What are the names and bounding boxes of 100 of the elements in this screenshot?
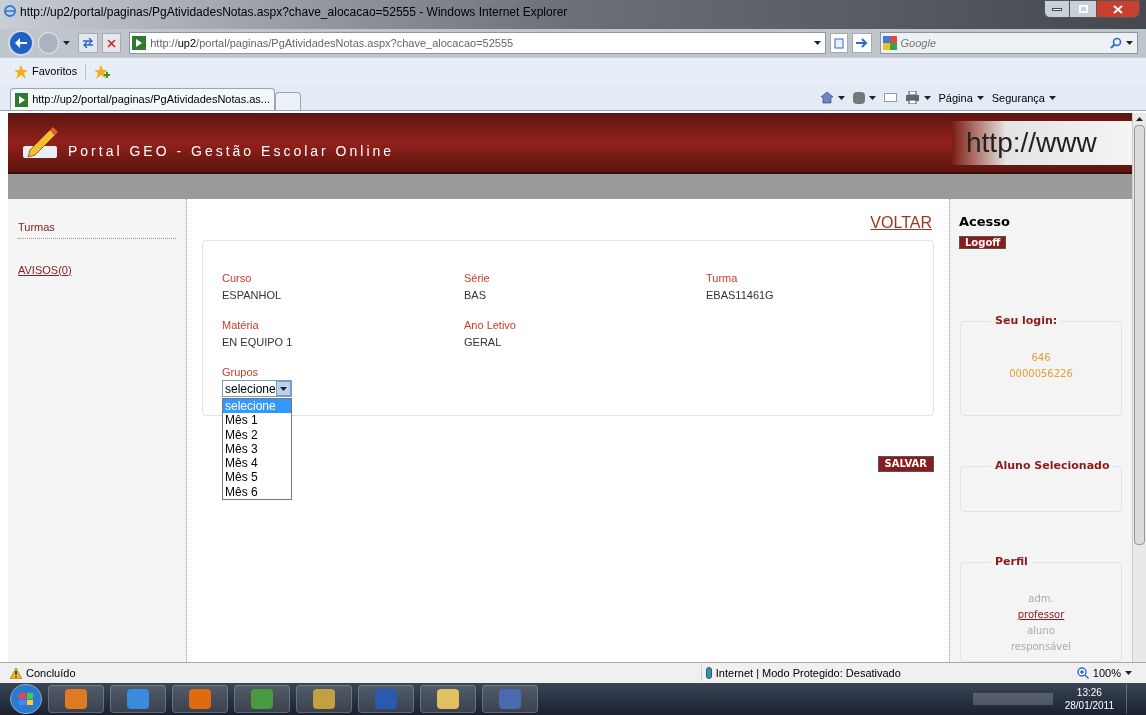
command-menu[interactable]: Segurança [991,89,1056,106]
feed-icon [852,91,865,104]
feeds-button[interactable] [852,91,876,104]
app-icon [189,689,211,709]
new-tab-button[interactable] [275,92,301,110]
back-button[interactable] [8,30,34,56]
home-icon [819,91,834,105]
mail-button[interactable] [883,93,897,103]
address-field[interactable]: http://up2/portal/paginas/PgAtividadesNotas.aspx?chave_alocacao=52555 [129,32,827,54]
field-value: GERAL [464,335,503,349]
taskbar-app-button[interactable] [296,685,352,713]
maximize-button[interactable] [1070,0,1096,18]
app-icon [313,689,335,709]
refresh-arrows-icon [81,38,94,48]
taskbar-app-button[interactable] [48,685,104,713]
start-button[interactable] [10,684,42,714]
dropdown-option[interactable]: Mês 4 [223,456,291,471]
window-title: http://up2/portal/paginas/PgAtividadesNotas.aspx?chave_alocacao=52555 - Windows Internet Explorer [20,4,568,21]
field-value: EN EQUIPO 1 [222,335,294,349]
caret-icon [280,386,287,391]
login-value: 646 [1031,351,1051,365]
minimize-button[interactable] [1044,0,1070,18]
stop-icon [106,38,116,48]
clock-time: 13:26 [1076,686,1102,699]
page-icon [834,37,845,49]
sidebar-link[interactable]: AVISOS(0) [18,263,72,276]
zoom-icon [1076,667,1089,679]
stop-button[interactable] [101,33,122,53]
caret-icon [1125,671,1132,675]
status-text: Concluído [26,665,76,681]
field-label: Grupos [222,365,260,379]
star-icon [14,64,28,79]
app-icon [375,689,397,709]
search-field[interactable]: Google [879,32,1138,54]
add-favorite-button[interactable] [94,64,111,79]
compatibility-button[interactable] [830,33,848,53]
search-placeholder: Google [900,35,936,51]
taskbar-app-button[interactable] [110,685,166,713]
app-icon [499,689,521,709]
profile-link[interactable]: professor [1017,607,1065,623]
refresh-button[interactable] [77,33,98,53]
field-value: BAS [464,288,487,302]
caret-icon [1049,95,1056,100]
dropdown-arrow-button[interactable] [276,381,291,396]
caret-icon [923,95,931,100]
address-text: http://up2/portal/paginas/PgAtividadesNotas.aspx?chave_alocacao=52555 [150,35,514,51]
logoff-button[interactable]: Logoff [959,236,1007,249]
security-zone-text: Internet | Modo Protegido: Desativado [715,665,901,681]
command-menu[interactable]: Página [938,89,984,106]
scroll-up-arrow-icon [1136,117,1143,121]
close-icon [1113,4,1123,14]
caret-icon [976,95,984,100]
page-icon [15,92,29,107]
app-icon [65,689,87,709]
zoom-button[interactable]: 100% [1076,664,1132,682]
home-button[interactable] [819,91,845,105]
access-title: Acesso [959,215,1011,228]
taskbar-app-button[interactable] [482,685,538,713]
dropdown-option[interactable]: Mês 1 [223,413,291,428]
field-value: ESPANHOL [222,288,283,302]
field-label: Série [464,271,491,285]
favorites-button[interactable]: Favoritos [14,63,78,80]
print-button[interactable] [904,91,931,105]
pencil-ruler-logo-icon [22,125,60,160]
history-caret-icon [63,41,70,45]
portal-title: Portal GEO - Gestão Escolar Online [68,142,395,161]
dropdown-option[interactable]: Mês 2 [223,427,291,442]
clock-date: 28/01/2011 [1064,699,1114,712]
field-value: EBAS11461G [706,288,775,302]
back-link[interactable]: VOLTAR [870,215,932,231]
taskbar-app-button[interactable] [234,685,290,713]
save-button[interactable]: SALVAR [877,456,934,472]
dropdown-option[interactable]: Mês 6 [223,484,291,500]
field-label: Curso [222,271,253,285]
page-icon [132,36,147,50]
dropdown-option[interactable]: Mês 5 [223,470,291,485]
taskbar-app-button[interactable] [172,685,228,713]
browser-tab[interactable]: http://up2/portal/paginas/PgAtividadesNotas.as... [10,88,275,110]
login-value: 0000056226 [1009,367,1073,381]
go-arrow-icon [855,38,868,48]
scrollbar-thumb[interactable] [1134,125,1145,545]
browser-logo-icon [4,5,16,17]
address-caret-icon [814,41,822,45]
app-icon [437,689,459,709]
sidebar-heading: Turmas [18,219,176,239]
field-label: Matéria [222,318,260,332]
go-button[interactable] [851,33,872,53]
close-button[interactable] [1096,0,1140,18]
app-icon [127,689,149,709]
back-arrow-icon [14,38,27,48]
field-label: Turma [706,271,739,285]
taskbar-app-button[interactable] [358,685,414,713]
groups-select[interactable]: selecione [222,380,292,397]
star-plus-icon [94,64,111,79]
search-caret-icon [1126,41,1133,45]
dropdown-option[interactable]: Mês 3 [223,441,291,457]
app-icon [251,689,273,709]
caret-icon [837,95,845,100]
taskbar-app-button[interactable] [420,685,476,713]
caret-icon [868,95,876,100]
